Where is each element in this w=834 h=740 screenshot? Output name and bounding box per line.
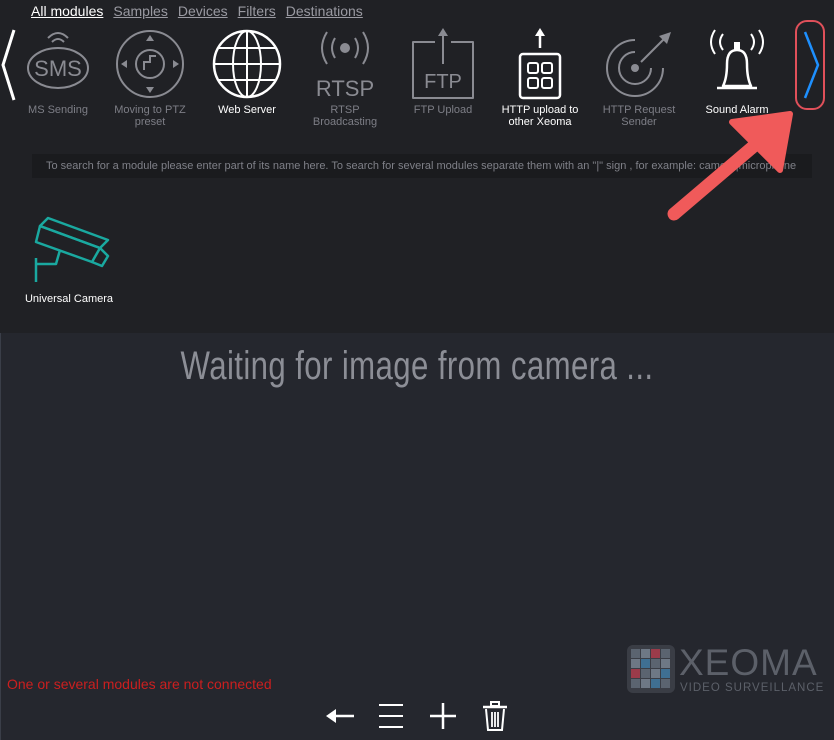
globe-icon — [212, 29, 282, 99]
svg-text:SMS: SMS — [34, 56, 82, 81]
module-sound-alarm[interactable]: Sound Alarm — [689, 28, 785, 116]
svg-text:RTSP: RTSP — [316, 76, 374, 100]
rtsp-icon: RTSP — [316, 31, 374, 100]
module-web-server[interactable]: Web Server — [199, 28, 295, 116]
module-category-tabs: All modules Samples Devices Filters Dest… — [31, 3, 363, 21]
scroll-right-button[interactable] — [795, 20, 825, 110]
warning-message: One or several modules are not connected — [7, 676, 272, 692]
waiting-message: Waiting for image from camera ... — [180, 344, 654, 388]
annotation-arrow-icon — [667, 111, 793, 221]
trash-icon — [483, 701, 507, 731]
back-button[interactable] — [322, 700, 358, 734]
module-rtsp-broadcasting[interactable]: RTSP RTSP Broadcasting — [297, 28, 393, 128]
module-ftp-upload[interactable]: FTP FTP Upload — [395, 28, 491, 116]
logo-subtitle: VIDEO SURVEILLANCE — [680, 682, 825, 694]
module-sms-sending[interactable]: SMS MS Sending — [10, 28, 106, 116]
module-label: Web Server — [218, 104, 276, 116]
module-http-upload[interactable]: HTTP upload to other Xeoma — [492, 28, 588, 128]
xeoma-logo: XEOMA VIDEO SURVEILLANCE — [627, 642, 825, 697]
module-label: Universal Camera — [24, 293, 114, 305]
ftp-upload-icon: FTP — [412, 28, 474, 99]
tab-destinations[interactable]: Destinations — [286, 3, 363, 19]
sms-icon: SMS — [27, 32, 89, 89]
tab-all-modules[interactable]: All modules — [31, 3, 103, 19]
back-arrow-icon — [326, 709, 354, 723]
tab-devices[interactable]: Devices — [178, 3, 228, 19]
module-label: Moving to PTZ preset — [114, 104, 186, 128]
delete-button[interactable] — [477, 700, 513, 734]
ptz-preset-icon — [116, 30, 184, 98]
tab-filters[interactable]: Filters — [238, 3, 276, 19]
http-upload-icon — [518, 28, 562, 100]
module-label: FTP Upload — [413, 104, 473, 116]
plus-icon — [430, 703, 456, 729]
camera-icon — [34, 216, 110, 282]
http-request-icon — [606, 32, 671, 97]
menu-icon — [379, 704, 403, 728]
bell-icon — [710, 29, 764, 90]
universal-camera-module[interactable]: Universal Camera — [24, 214, 114, 305]
xeoma-logo-icon — [627, 645, 675, 693]
module-palette: All modules Samples Devices Filters Dest… — [0, 0, 834, 333]
module-label: HTTP upload to other Xeoma — [501, 104, 579, 128]
menu-button[interactable] — [373, 700, 409, 734]
tab-samples[interactable]: Samples — [113, 3, 167, 19]
module-label: RTSP Broadcasting — [312, 104, 378, 128]
svg-text:FTP: FTP — [424, 71, 462, 93]
module-label: MS Sending — [28, 104, 88, 116]
logo-word: XEOMA — [679, 642, 818, 683]
chevron-right-icon — [803, 31, 820, 99]
module-ptz-preset[interactable]: Moving to PTZ preset — [102, 28, 198, 128]
add-button[interactable] — [425, 700, 461, 734]
